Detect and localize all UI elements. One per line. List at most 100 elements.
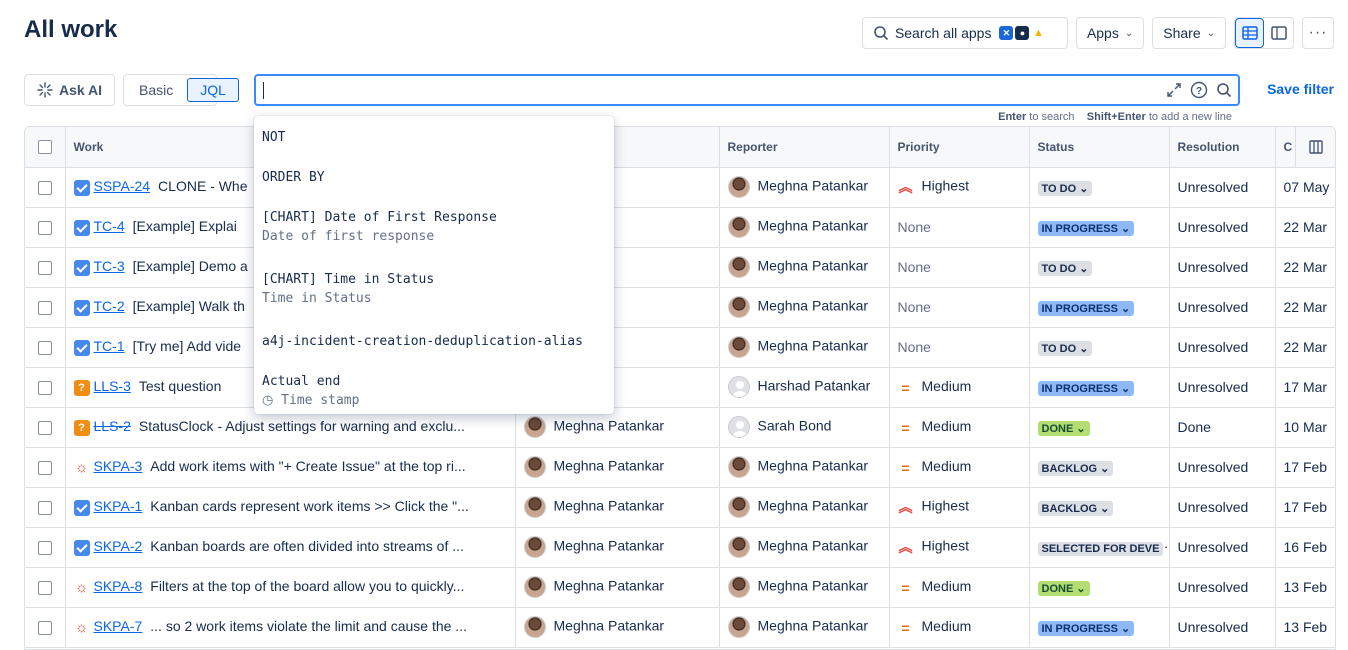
issue-summary[interactable]: Kanban boards are often divided into str… [150, 538, 464, 554]
reporter-cell[interactable]: Meghna Patankar [719, 207, 890, 248]
table-row[interactable]: SSPA-24CLONE - Whe ned Meghna Patankar ︽… [25, 167, 1335, 208]
reporter-cell[interactable]: Harshad Patankar [719, 367, 890, 408]
table-row[interactable]: ☼ SKPA-3 Add work items with "+ Create Iss… [25, 447, 1335, 488]
issue-key-link[interactable]: TC-3 [94, 258, 125, 274]
row-checkbox[interactable] [37, 581, 52, 596]
issue-summary[interactable]: Kanban cards represent work items >> Cli… [150, 498, 469, 514]
table-row[interactable]: SKPA-2 Kanban boards are often divided in… [25, 527, 1335, 568]
status-badge[interactable]: IN PROGRESS ⌄ [1037, 300, 1135, 316]
reporter-cell[interactable]: Meghna Patankar [719, 287, 890, 328]
assignee-cell[interactable]: Meghna Patankar [515, 607, 720, 648]
share-button[interactable]: Share ⌄ [1152, 17, 1226, 49]
issue-summary[interactable]: [Example] Explai [133, 218, 237, 234]
table-row[interactable]: ?LLS-3Test question Patankar Harshad Pat… [25, 367, 1335, 408]
expand-icon[interactable] [1166, 82, 1182, 98]
table-row[interactable]: TC-1[Try me] Add vide ned Meghna Patanka… [25, 327, 1335, 368]
more-actions-button[interactable]: ··· [1302, 17, 1334, 49]
priority-cell[interactable]: None [889, 327, 1030, 368]
issue-key-link[interactable]: TC-2 [94, 298, 125, 314]
priority-cell[interactable]: = Medium [889, 447, 1030, 488]
issue-summary[interactable]: ... so 2 work items violate the limit an… [150, 618, 467, 634]
row-checkbox[interactable] [37, 341, 52, 356]
table-row[interactable]: ☼ SKPA-8 Filters at the top of the board a… [25, 567, 1335, 608]
issue-summary[interactable]: Add work items with "+ Create Issue" at … [150, 458, 465, 474]
status-badge[interactable]: DONE ⌄ [1037, 580, 1090, 596]
reporter-cell[interactable]: Meghna Patankar [719, 487, 890, 528]
assignee-cell[interactable]: Meghna Patankar [515, 447, 720, 488]
status-badge[interactable]: BACKLOG ⌄ [1037, 500, 1114, 516]
jql-query-input[interactable]: ? [254, 74, 1240, 106]
status-badge[interactable]: IN PROGRESS ⌄ [1037, 220, 1135, 236]
column-header-priority[interactable]: Priority [889, 127, 1030, 168]
status-badge[interactable]: SELECTED FOR DEVE [1037, 541, 1164, 556]
row-checkbox[interactable] [37, 421, 52, 436]
jql-mode-button[interactable]: JQL [187, 78, 239, 102]
suggestion-item[interactable]: Actual end ◷ Time stamp [254, 374, 614, 408]
reporter-cell[interactable]: Meghna Patankar [719, 607, 890, 648]
column-header-status[interactable]: Status [1029, 127, 1170, 168]
assignee-cell[interactable]: Meghna Patankar [515, 527, 720, 568]
priority-cell[interactable]: = Medium [889, 607, 1030, 648]
status-badge[interactable]: BACKLOG ⌄ [1037, 460, 1114, 476]
row-checkbox[interactable] [37, 381, 52, 396]
suggestion-item[interactable]: a4j-incident-creation-deduplication-alia… [254, 334, 614, 349]
issue-key-link[interactable]: SKPA-2 [94, 538, 143, 554]
reporter-cell[interactable]: Meghna Patankar [719, 527, 890, 568]
reporter-cell[interactable]: Meghna Patankar [719, 247, 890, 288]
detail-view-button[interactable] [1264, 18, 1293, 48]
column-header-resolution[interactable]: Resolution [1169, 127, 1276, 168]
issue-key-link[interactable]: LLS-2 [94, 418, 131, 434]
issue-summary[interactable]: Filters at the top of the board allow yo… [150, 578, 464, 594]
row-checkbox[interactable] [37, 461, 52, 476]
reporter-cell[interactable]: Meghna Patankar [719, 167, 890, 208]
priority-cell[interactable]: = Medium [889, 407, 1030, 448]
reporter-cell[interactable]: Meghna Patankar [719, 447, 890, 488]
table-row[interactable]: TC-2[Example] Walk th ned Meghna Patanka… [25, 287, 1335, 328]
search-icon[interactable] [1216, 82, 1232, 98]
assignee-cell[interactable]: Meghna Patankar [515, 487, 720, 528]
column-settings-button[interactable] [1295, 127, 1335, 167]
table-row[interactable]: TC-3[Example] Demo a Patankar Meghna Pat… [25, 247, 1335, 288]
table-row[interactable]: SKPA-1 Kanban cards represent work items … [25, 487, 1335, 528]
priority-cell[interactable]: None [889, 287, 1030, 328]
priority-cell[interactable]: ︽ Highest [889, 527, 1030, 568]
row-checkbox[interactable] [37, 181, 52, 196]
issue-summary[interactable]: CLONE - Whe [158, 178, 247, 194]
reporter-cell[interactable]: Meghna Patankar [719, 327, 890, 368]
issue-summary[interactable]: StatusClock - Adjust settings for warnin… [139, 418, 465, 434]
row-checkbox[interactable] [37, 541, 52, 556]
suggestion-item[interactable]: NOT [254, 130, 614, 145]
row-checkbox[interactable] [37, 621, 52, 636]
basic-mode-button[interactable]: Basic [127, 78, 185, 102]
status-badge[interactable]: TO DO ⌄ [1037, 180, 1093, 196]
priority-cell[interactable]: ︽ Highest [889, 487, 1030, 528]
row-checkbox[interactable] [37, 501, 52, 516]
suggestion-item[interactable]: [CHART] Date of First Response Date of fi… [254, 210, 614, 244]
issue-key-link[interactable]: TC-1 [94, 338, 125, 354]
issue-key-link[interactable]: SKPA-3 [94, 458, 143, 474]
status-badge[interactable]: TO DO ⌄ [1037, 340, 1093, 356]
issue-key-link[interactable]: LLS-3 [94, 378, 131, 394]
ask-ai-button[interactable]: Ask AI [24, 74, 115, 106]
issue-summary[interactable]: [Example] Demo a [133, 258, 248, 274]
suggestion-item[interactable]: [CHART] Time in Status Time in Status [254, 272, 614, 306]
row-checkbox[interactable] [37, 221, 52, 236]
issue-key-link[interactable]: TC-4 [94, 218, 125, 234]
help-icon[interactable]: ? [1190, 81, 1208, 99]
suggestion-item[interactable]: ORDER BY [254, 170, 614, 185]
issue-summary[interactable]: Test question [139, 378, 222, 394]
priority-cell[interactable]: ︽ Highest [889, 167, 1030, 208]
issue-key-link[interactable]: SKPA-1 [94, 498, 143, 514]
table-row[interactable]: ☼ SKPA-7 ... so 2 work items violate the l… [25, 607, 1335, 648]
issue-key-link[interactable]: SKPA-8 [94, 578, 143, 594]
save-filter-link[interactable]: Save filter [1267, 81, 1334, 97]
priority-cell[interactable]: = Medium [889, 367, 1030, 408]
apps-dropdown-button[interactable]: Apps ⌄ [1075, 17, 1145, 49]
row-checkbox[interactable] [37, 261, 52, 276]
status-badge[interactable]: TO DO ⌄ [1037, 260, 1093, 276]
status-badge[interactable]: IN PROGRESS ⌄ [1037, 620, 1135, 636]
reporter-cell[interactable]: Meghna Patankar [719, 567, 890, 608]
priority-cell[interactable]: None [889, 207, 1030, 248]
assignee-cell[interactable]: Meghna Patankar [515, 567, 720, 608]
select-all-checkbox[interactable] [37, 140, 52, 155]
